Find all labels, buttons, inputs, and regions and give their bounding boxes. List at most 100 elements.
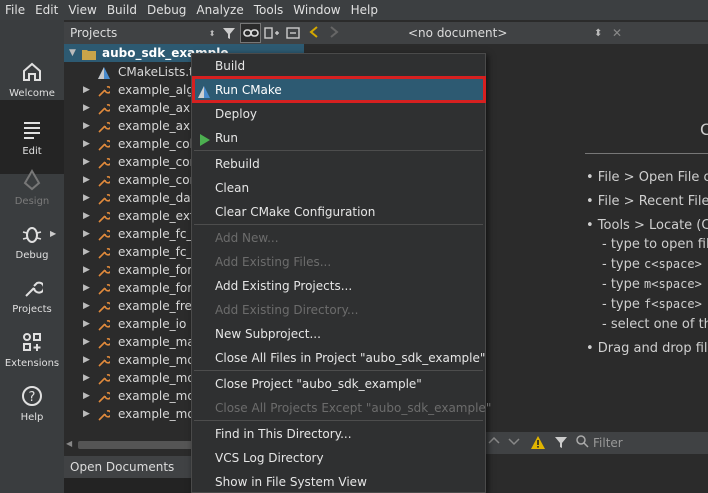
subtip: - type f<space> [602, 297, 702, 312]
expand-arrow-icon[interactable]: ▶ [83, 315, 90, 333]
updown-icon[interactable]: ⬍ [594, 28, 602, 39]
svg-text:?: ? [29, 390, 36, 405]
expand-arrow-icon[interactable]: ▶ [83, 135, 90, 153]
home-icon [20, 60, 44, 84]
filter-icon[interactable] [219, 23, 240, 43]
expand-arrow-icon: ▶ [50, 229, 57, 238]
wrench-icon [20, 276, 44, 300]
menu-item-vcs-log-directory[interactable]: VCS Log Directory [192, 446, 485, 470]
expand-arrow-icon[interactable]: ▶ [83, 117, 90, 135]
link-icon[interactable] [240, 23, 262, 43]
menu-item-show-in-file-system-view[interactable]: Show in File System View [192, 470, 485, 493]
expand-arrow-icon[interactable]: ▶ [83, 279, 90, 297]
subproject-icon [98, 354, 112, 367]
mode-extensions[interactable]: Extensions [0, 324, 64, 378]
mode-help[interactable]: ? Help [0, 378, 64, 432]
menu-item-add-existing-directory[interactable]: Add Existing Directory... [192, 298, 485, 322]
help-icon: ? [20, 384, 44, 408]
tree-item-label: example_forc [118, 281, 199, 295]
expand-arrow-icon[interactable]: ▶ [83, 189, 90, 207]
expand-arrow-icon[interactable]: ▶ [83, 153, 90, 171]
menu-separator [194, 150, 483, 151]
menu-item-run[interactable]: Run [192, 126, 485, 150]
subtip-text: - type [602, 277, 644, 292]
menu-item-add-new[interactable]: Add New... [192, 226, 485, 250]
expand-arrow-icon[interactable]: ▶ [83, 369, 90, 387]
menu-item-label: Clean [215, 181, 250, 195]
tree-item-label: example_data [118, 191, 203, 205]
scroll-left-icon[interactable]: ◀ [66, 439, 72, 448]
expand-arrow-icon[interactable]: ▶ [83, 225, 90, 243]
menu-item-add-existing-projects[interactable]: Add Existing Projects... [192, 274, 485, 298]
subproject-icon [98, 264, 112, 277]
collapse-arrow-icon[interactable]: ▼ [69, 44, 76, 62]
welcome-heading: C [700, 120, 708, 139]
filter-icon[interactable] [554, 435, 568, 452]
close-document-icon[interactable]: ✕ [612, 26, 622, 40]
expand-arrow-icon[interactable]: ▶ [83, 243, 90, 261]
updown-icon[interactable]: ⬍ [205, 23, 219, 43]
expand-arrow-icon[interactable]: ▶ [83, 387, 90, 405]
tree-item-label: example_free [118, 299, 200, 313]
up-icon[interactable] [488, 435, 500, 450]
menu-view[interactable]: View [63, 0, 101, 20]
menu-edit[interactable]: Edit [30, 0, 63, 20]
menu-item-close-all-files-in-project-aubo-sdk-example[interactable]: Close All Files in Project "aubo_sdk_exa… [192, 346, 485, 370]
expand-arrow-icon[interactable]: ▶ [83, 261, 90, 279]
expand-arrow-icon[interactable]: ▶ [83, 207, 90, 225]
menu-window[interactable]: Window [288, 0, 345, 20]
subproject-icon [98, 174, 112, 187]
subtip-code: c<space> [644, 257, 702, 271]
forward-icon[interactable] [324, 25, 344, 42]
menu-build[interactable]: Build [102, 0, 142, 20]
close-pane-icon[interactable] [283, 23, 304, 43]
subtip-text: - select one of th [602, 317, 708, 332]
search-icon [576, 434, 589, 454]
menu-item-clear-cmake-configuration[interactable]: Clear CMake Configuration [192, 200, 485, 224]
subproject-icon [98, 228, 112, 241]
expand-arrow-icon[interactable]: ▶ [83, 171, 90, 189]
menu-item-close-project-aubo-sdk-example[interactable]: Close Project "aubo_sdk_example" [192, 372, 485, 396]
menu-file[interactable]: File [0, 0, 30, 20]
split-icon[interactable] [261, 23, 282, 43]
menu-help[interactable]: Help [346, 0, 383, 20]
expand-arrow-icon[interactable]: ▶ [83, 297, 90, 315]
expand-arrow-icon[interactable]: ▶ [83, 99, 90, 117]
menu-item-label: Add Existing Projects... [215, 279, 353, 293]
menu-item-build[interactable]: Build [192, 54, 485, 78]
tree-item-label: example_mov [118, 371, 202, 385]
expand-arrow-icon[interactable]: ▶ [83, 333, 90, 351]
menu-item-close-all-projects-except-aubo-sdk-example[interactable]: Close All Projects Except "aubo_sdk_exam… [192, 396, 491, 420]
menu-item-find-in-this-directory[interactable]: Find in This Directory... [192, 422, 485, 446]
back-icon[interactable] [304, 25, 324, 42]
mode-projects[interactable]: Projects [0, 270, 64, 324]
menu-item-add-existing-files[interactable]: Add Existing Files... [192, 250, 485, 274]
menu-item-new-subproject[interactable]: New Subproject... [192, 322, 485, 346]
menu-analyze[interactable]: Analyze [191, 0, 248, 20]
mode-label: Extensions [4, 358, 60, 369]
menu-tools[interactable]: Tools [249, 0, 289, 20]
expand-arrow-icon[interactable]: ▶ [83, 405, 90, 423]
mode-label: Debug [15, 250, 49, 261]
menu-item-clean[interactable]: Clean [192, 176, 485, 200]
subproject-icon [98, 300, 112, 313]
menu-debug[interactable]: Debug [142, 0, 191, 20]
menu-item-deploy[interactable]: Deploy [192, 102, 485, 126]
subtip: - type m<space> [602, 277, 702, 292]
down-icon[interactable] [508, 435, 520, 450]
subproject-icon [98, 210, 112, 223]
subproject-icon [98, 120, 112, 133]
menu-item-rebuild[interactable]: Rebuild [192, 152, 485, 176]
expand-arrow-icon[interactable]: ▶ [83, 81, 90, 99]
mode-debug[interactable]: Debug [0, 216, 64, 270]
expand-arrow-icon[interactable]: ▶ [83, 351, 90, 369]
filter-input[interactable]: Filter [576, 433, 708, 453]
menu-item-label: Add Existing Files... [215, 255, 332, 269]
subproject-icon [98, 84, 112, 97]
mode-design[interactable]: Design [0, 162, 64, 216]
tree-item-label: example_axis [118, 101, 200, 115]
warning-icon[interactable] [530, 435, 546, 453]
tree-item-label: example_algo [118, 83, 202, 97]
document-selector[interactable]: <no document> [408, 26, 507, 40]
mode-label: Welcome [9, 88, 55, 99]
